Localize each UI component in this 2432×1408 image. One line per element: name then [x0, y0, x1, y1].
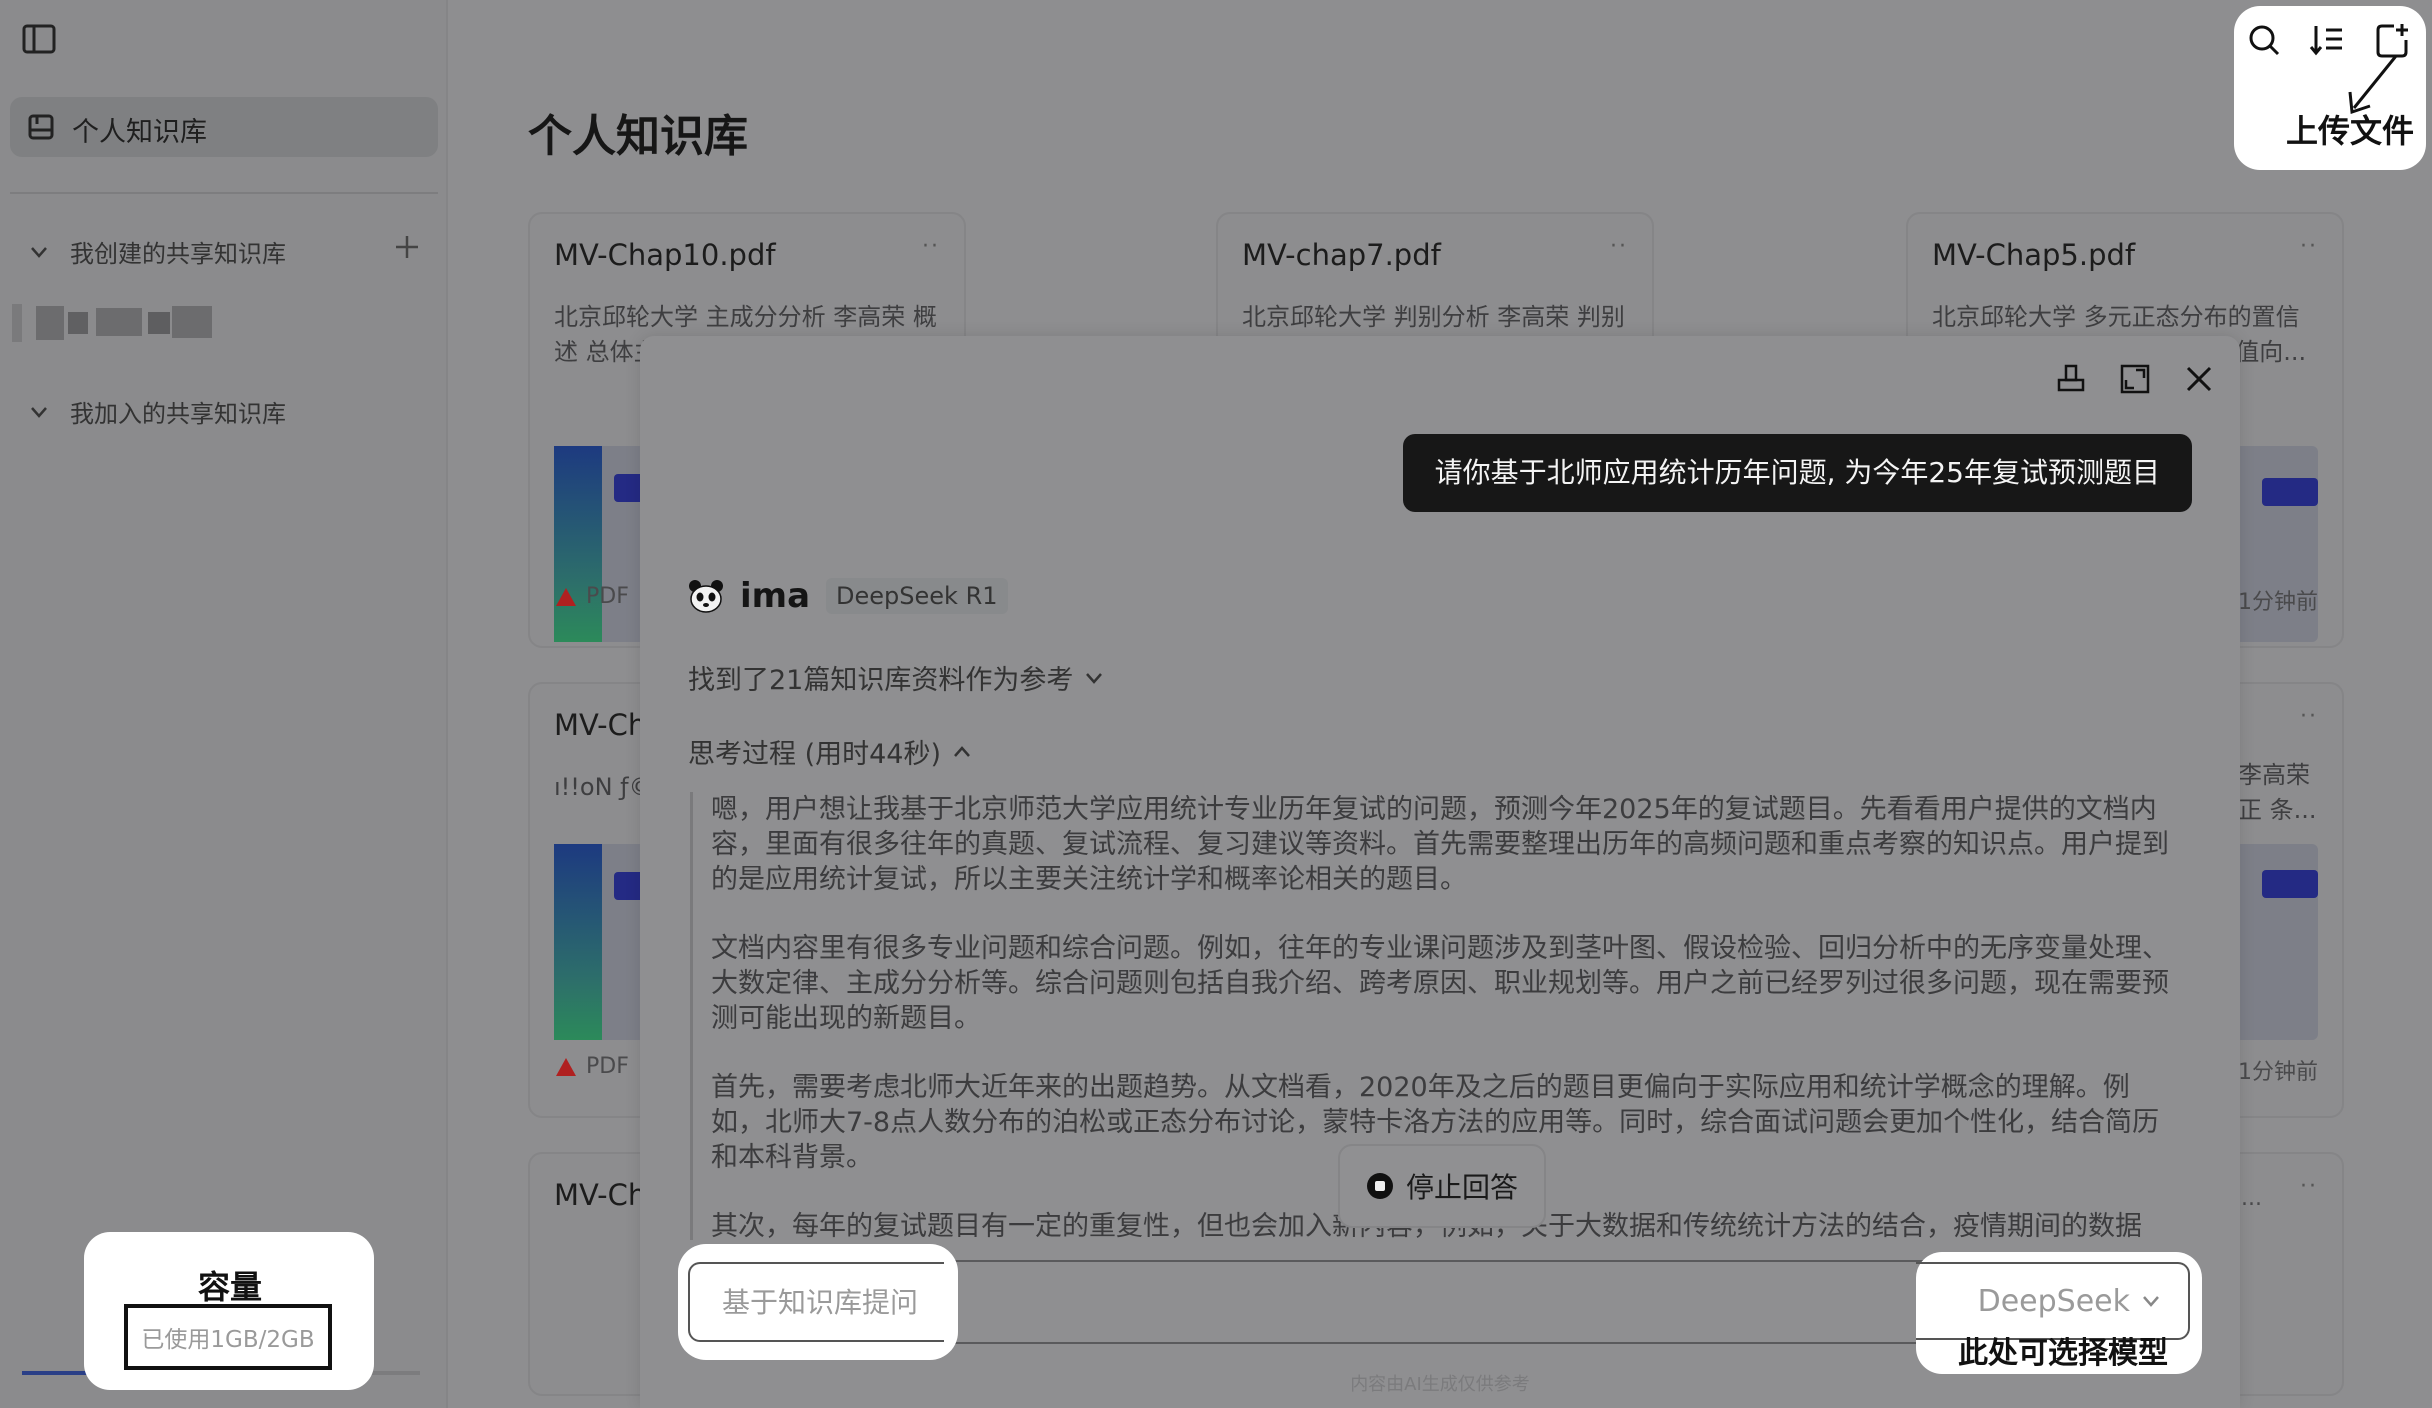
- sidebar: 个人知识库 我创建的共享知识库 我加入的共享知识库: [0, 0, 448, 1408]
- ima-avatar-icon: [689, 580, 723, 613]
- sidebar-item-redacted[interactable]: [12, 302, 216, 342]
- chat-input[interactable]: [688, 1262, 944, 1342]
- more-options-icon[interactable]: ··: [2300, 234, 2318, 259]
- storage-usage: 已使用1GB/2GB: [124, 1304, 332, 1370]
- file-title: MV-Chap5.pdf: [1932, 238, 2136, 272]
- sidebar-section-label: 我创建的共享知识库: [70, 240, 286, 268]
- pdf-icon: [556, 587, 576, 606]
- model-select-annotation: 此处可选择模型: [1958, 1336, 2168, 1371]
- file-title: MV-chap7.pdf: [1242, 238, 1441, 272]
- file-title: MV-Chap10.pdf: [554, 238, 776, 272]
- more-options-icon[interactable]: ··: [1610, 234, 1628, 259]
- thinking-paragraph: 嗯，用户想让我基于北京师范大学应用统计专业历年复试的问题，预测今年2025年的复…: [711, 794, 2169, 895]
- sidebar-item-label: 个人知识库: [72, 117, 207, 148]
- assistant-header: ima DeepSeek R1: [688, 576, 1008, 616]
- storage-title: 容量: [198, 1268, 263, 1306]
- model-badge: DeepSeek R1: [826, 578, 1008, 614]
- sidebar-toggle-icon[interactable]: [22, 24, 56, 54]
- sidebar-section-joined[interactable]: 我加入的共享知识库: [28, 394, 286, 429]
- stop-answer-button[interactable]: 停止回答: [1338, 1144, 1546, 1228]
- chevron-down-icon: [31, 246, 47, 258]
- file-description: 李高荣 正 条...: [2238, 761, 2317, 824]
- more-options-icon[interactable]: ··: [922, 234, 940, 259]
- sidebar-section-created[interactable]: 我创建的共享知识库: [28, 234, 286, 269]
- chevron-down-icon: [2143, 1296, 2159, 1307]
- file-title: MV-Ch: [554, 708, 647, 742]
- pdf-icon: [556, 1057, 576, 1076]
- sidebar-divider: [10, 192, 438, 194]
- clear-icon[interactable]: [2054, 362, 2088, 396]
- file-time: 1分钟前: [2238, 1060, 2318, 1085]
- sidebar-section-label: 我加入的共享知识库: [70, 400, 286, 428]
- file-type: PDF: [554, 584, 629, 609]
- knowledge-base-icon: [28, 114, 54, 140]
- upload-annotation: 上传文件: [2286, 112, 2415, 150]
- file-time: ...: [2241, 1186, 2262, 1211]
- model-select-value: DeepSeek: [1977, 1283, 2130, 1319]
- more-options-icon[interactable]: ··: [2300, 704, 2318, 729]
- chevron-down-icon: [1086, 672, 1103, 684]
- sidebar-item-personal-kb[interactable]: 个人知识库: [10, 97, 438, 157]
- thinking-toggle[interactable]: 思考过程 (用时44秒): [688, 732, 973, 771]
- stop-icon: [1366, 1173, 1393, 1199]
- expand-icon[interactable]: [2118, 362, 2152, 396]
- search-icon[interactable]: [2244, 20, 2284, 60]
- close-icon[interactable]: [2182, 362, 2216, 396]
- assistant-name: ima: [740, 576, 811, 616]
- references-toggle[interactable]: 找到了21篇知识库资料作为参考: [688, 658, 1105, 697]
- more-options-icon[interactable]: ··: [2300, 1174, 2318, 1199]
- user-message: 请你基于北师应用统计历年问题, 为今年25年复试预测题目: [1402, 434, 2192, 512]
- file-time: 1分钟前: [2238, 590, 2318, 615]
- add-shared-kb-icon[interactable]: [392, 232, 422, 262]
- file-type: PDF: [554, 1054, 629, 1079]
- chevron-down-icon: [31, 406, 47, 418]
- chevron-up-icon: [954, 745, 970, 757]
- page-title: 个人知识库: [528, 111, 748, 162]
- file-title: MV-Ch: [554, 1178, 647, 1212]
- thinking-paragraph: 文档内容里有很多专业问题和综合问题。例如，往年的专业课问题涉及到茎叶图、假设检验…: [711, 933, 2169, 1034]
